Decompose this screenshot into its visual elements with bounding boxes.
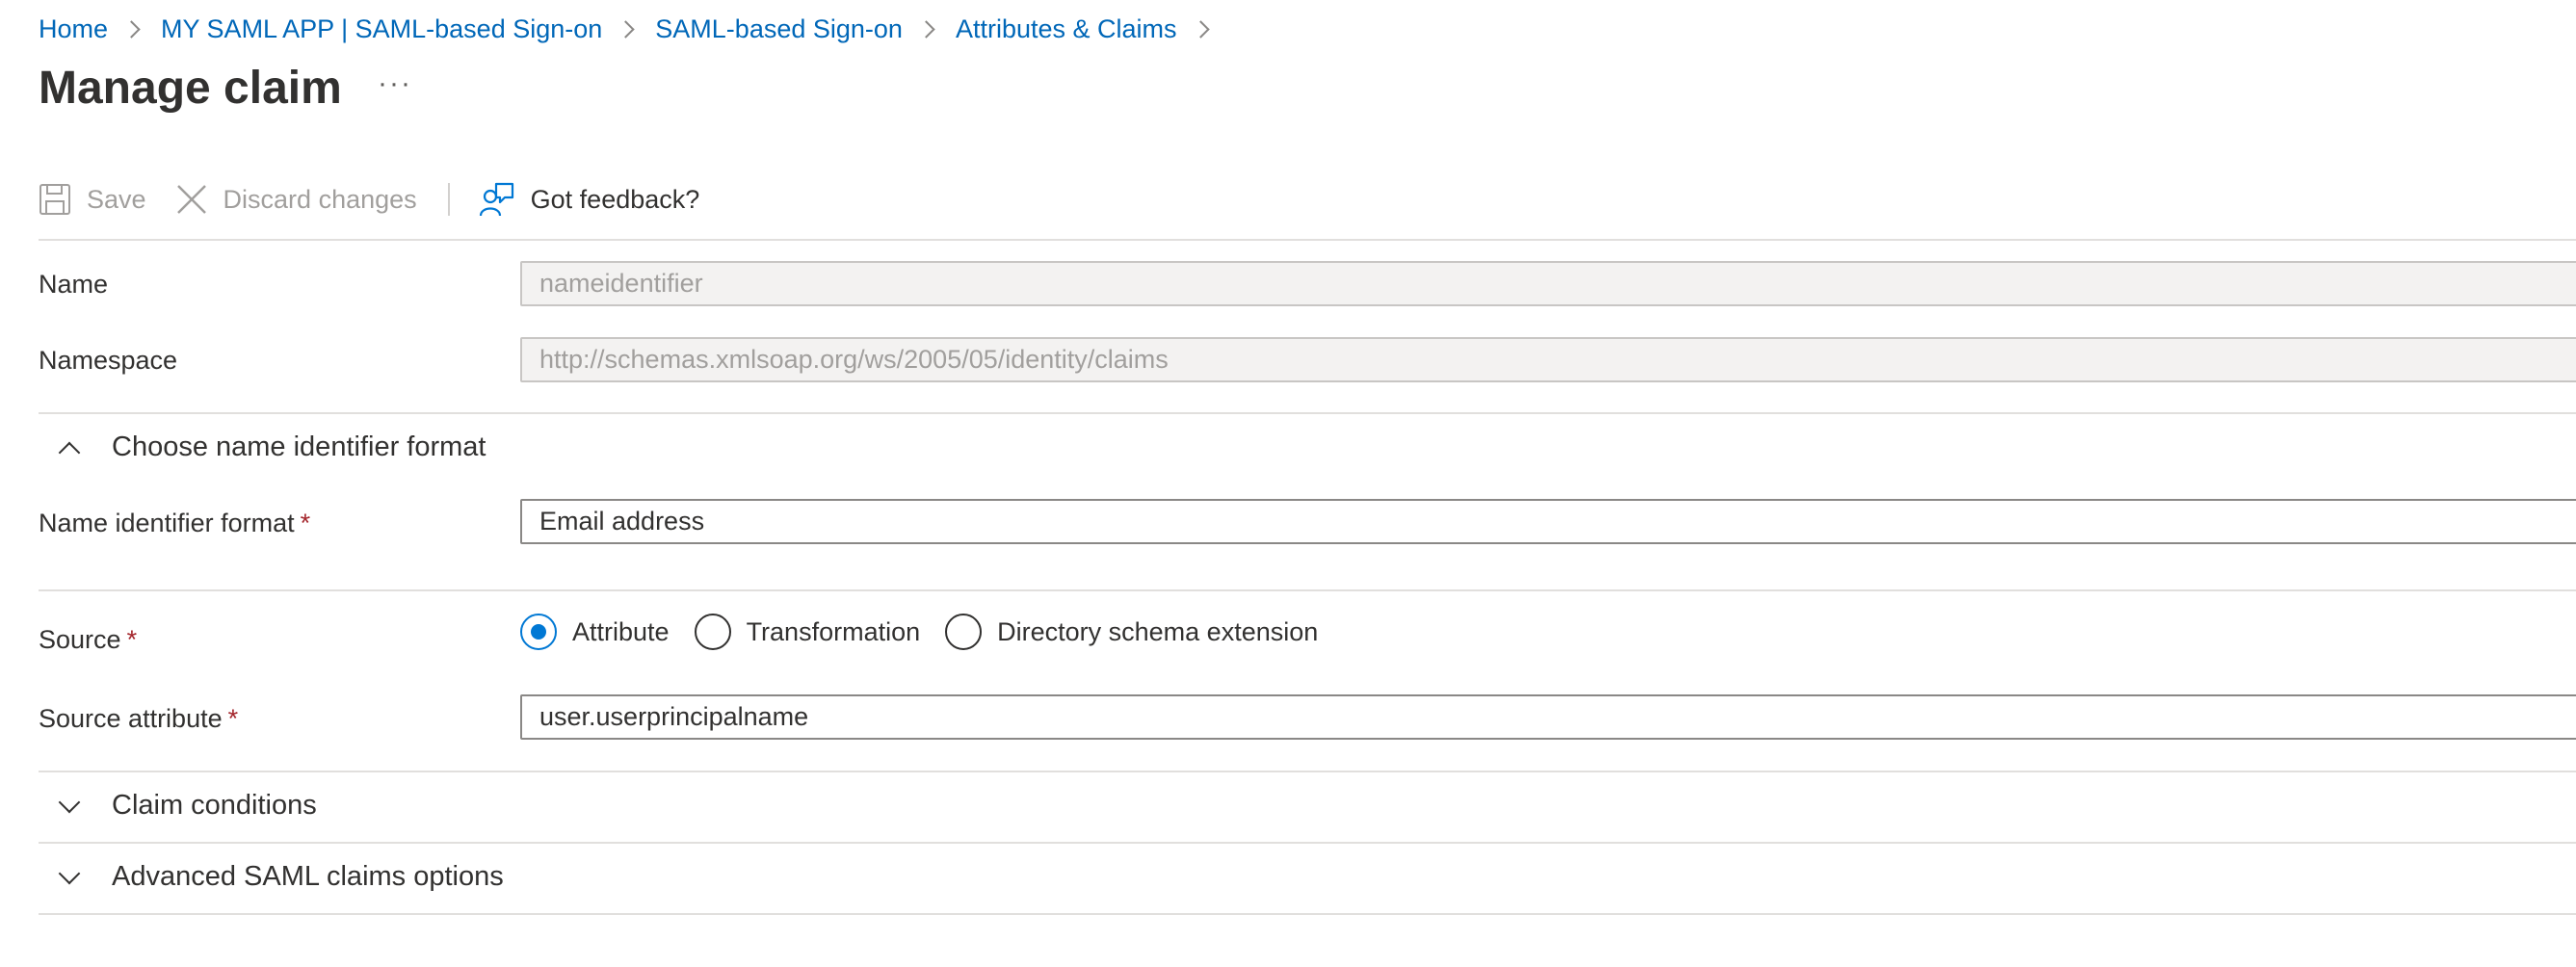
divider [39,589,2576,591]
feedback-icon [479,182,513,217]
namespace-field[interactable] [520,337,2576,382]
chevron-down-icon [58,791,81,813]
page-title: Manage claim [39,63,342,114]
source-label: Source * [39,625,137,655]
required-marker: * [126,625,138,654]
source-radio-transformation[interactable]: Transformation [694,614,921,650]
namespace-label: Namespace [39,346,178,375]
save-button[interactable]: Save [39,183,146,216]
source-attribute-label: Source attribute * [39,704,238,734]
claim-conditions-section-title: Claim conditions [112,790,317,821]
claim-conditions-section-toggle[interactable]: Claim conditions [39,790,317,822]
source-attribute-label-text: Source attribute [39,704,223,733]
required-marker: * [227,704,239,733]
feedback-button[interactable]: Got feedback? [479,181,700,218]
name-id-format-label-text: Name identifier format [39,509,295,537]
required-marker: * [300,509,311,537]
radio-label: Directory schema extension [997,616,1319,646]
source-radio-attribute[interactable]: Attribute [520,614,670,650]
name-id-format-section-title: Choose name identifier format [112,431,486,462]
name-label: Name [39,270,109,299]
radio-label: Attribute [572,616,670,646]
chevron-right-icon [1191,19,1210,39]
source-attribute-dropdown[interactable] [520,694,2576,740]
radio-unchecked-icon [945,614,983,650]
name-field[interactable] [520,261,2576,306]
chevron-up-icon [58,441,81,463]
save-icon [39,184,70,215]
toolbar-divider [447,183,450,216]
divider [39,412,2576,414]
breadcrumb: Home MY SAML APP | SAML-based Sign-on SA… [39,10,1230,48]
chevron-down-icon [58,862,81,884]
command-bar: Save Discard changes Got feedback? [39,181,699,218]
chevron-right-icon [122,19,141,39]
feedback-label: Got feedback? [530,184,700,214]
close-icon [176,185,206,214]
breadcrumb-attributes-claims[interactable]: Attributes & Claims [956,14,1177,44]
divider [39,842,2576,844]
save-label: Save [87,184,146,214]
divider [39,239,2576,241]
breadcrumb-app[interactable]: MY SAML APP | SAML-based Sign-on [161,14,602,44]
name-id-format-label: Name identifier format * [39,509,310,538]
chevron-right-icon [917,19,935,39]
discard-changes-button[interactable]: Discard changes [175,183,417,216]
discard-changes-label: Discard changes [223,184,417,214]
more-options-button[interactable]: ··· [378,69,412,98]
name-id-format-section-toggle[interactable]: Choose name identifier format [39,431,486,463]
divider [39,913,2576,915]
breadcrumb-home[interactable]: Home [39,14,108,44]
name-id-format-dropdown[interactable] [520,499,2576,544]
source-radio-group: Attribute Transformation Directory schem… [520,614,1343,650]
divider [39,771,2576,772]
breadcrumb-saml-sign-on[interactable]: SAML-based Sign-on [655,14,903,44]
source-label-text: Source [39,625,121,654]
radio-label: Transformation [746,616,921,646]
chevron-right-icon [617,19,635,39]
radio-checked-icon [520,614,557,650]
radio-unchecked-icon [694,614,731,650]
source-radio-directory-schema-extension[interactable]: Directory schema extension [945,614,1318,650]
advanced-saml-options-section-toggle[interactable]: Advanced SAML claims options [39,861,504,893]
advanced-saml-options-section-title: Advanced SAML claims options [112,861,504,892]
